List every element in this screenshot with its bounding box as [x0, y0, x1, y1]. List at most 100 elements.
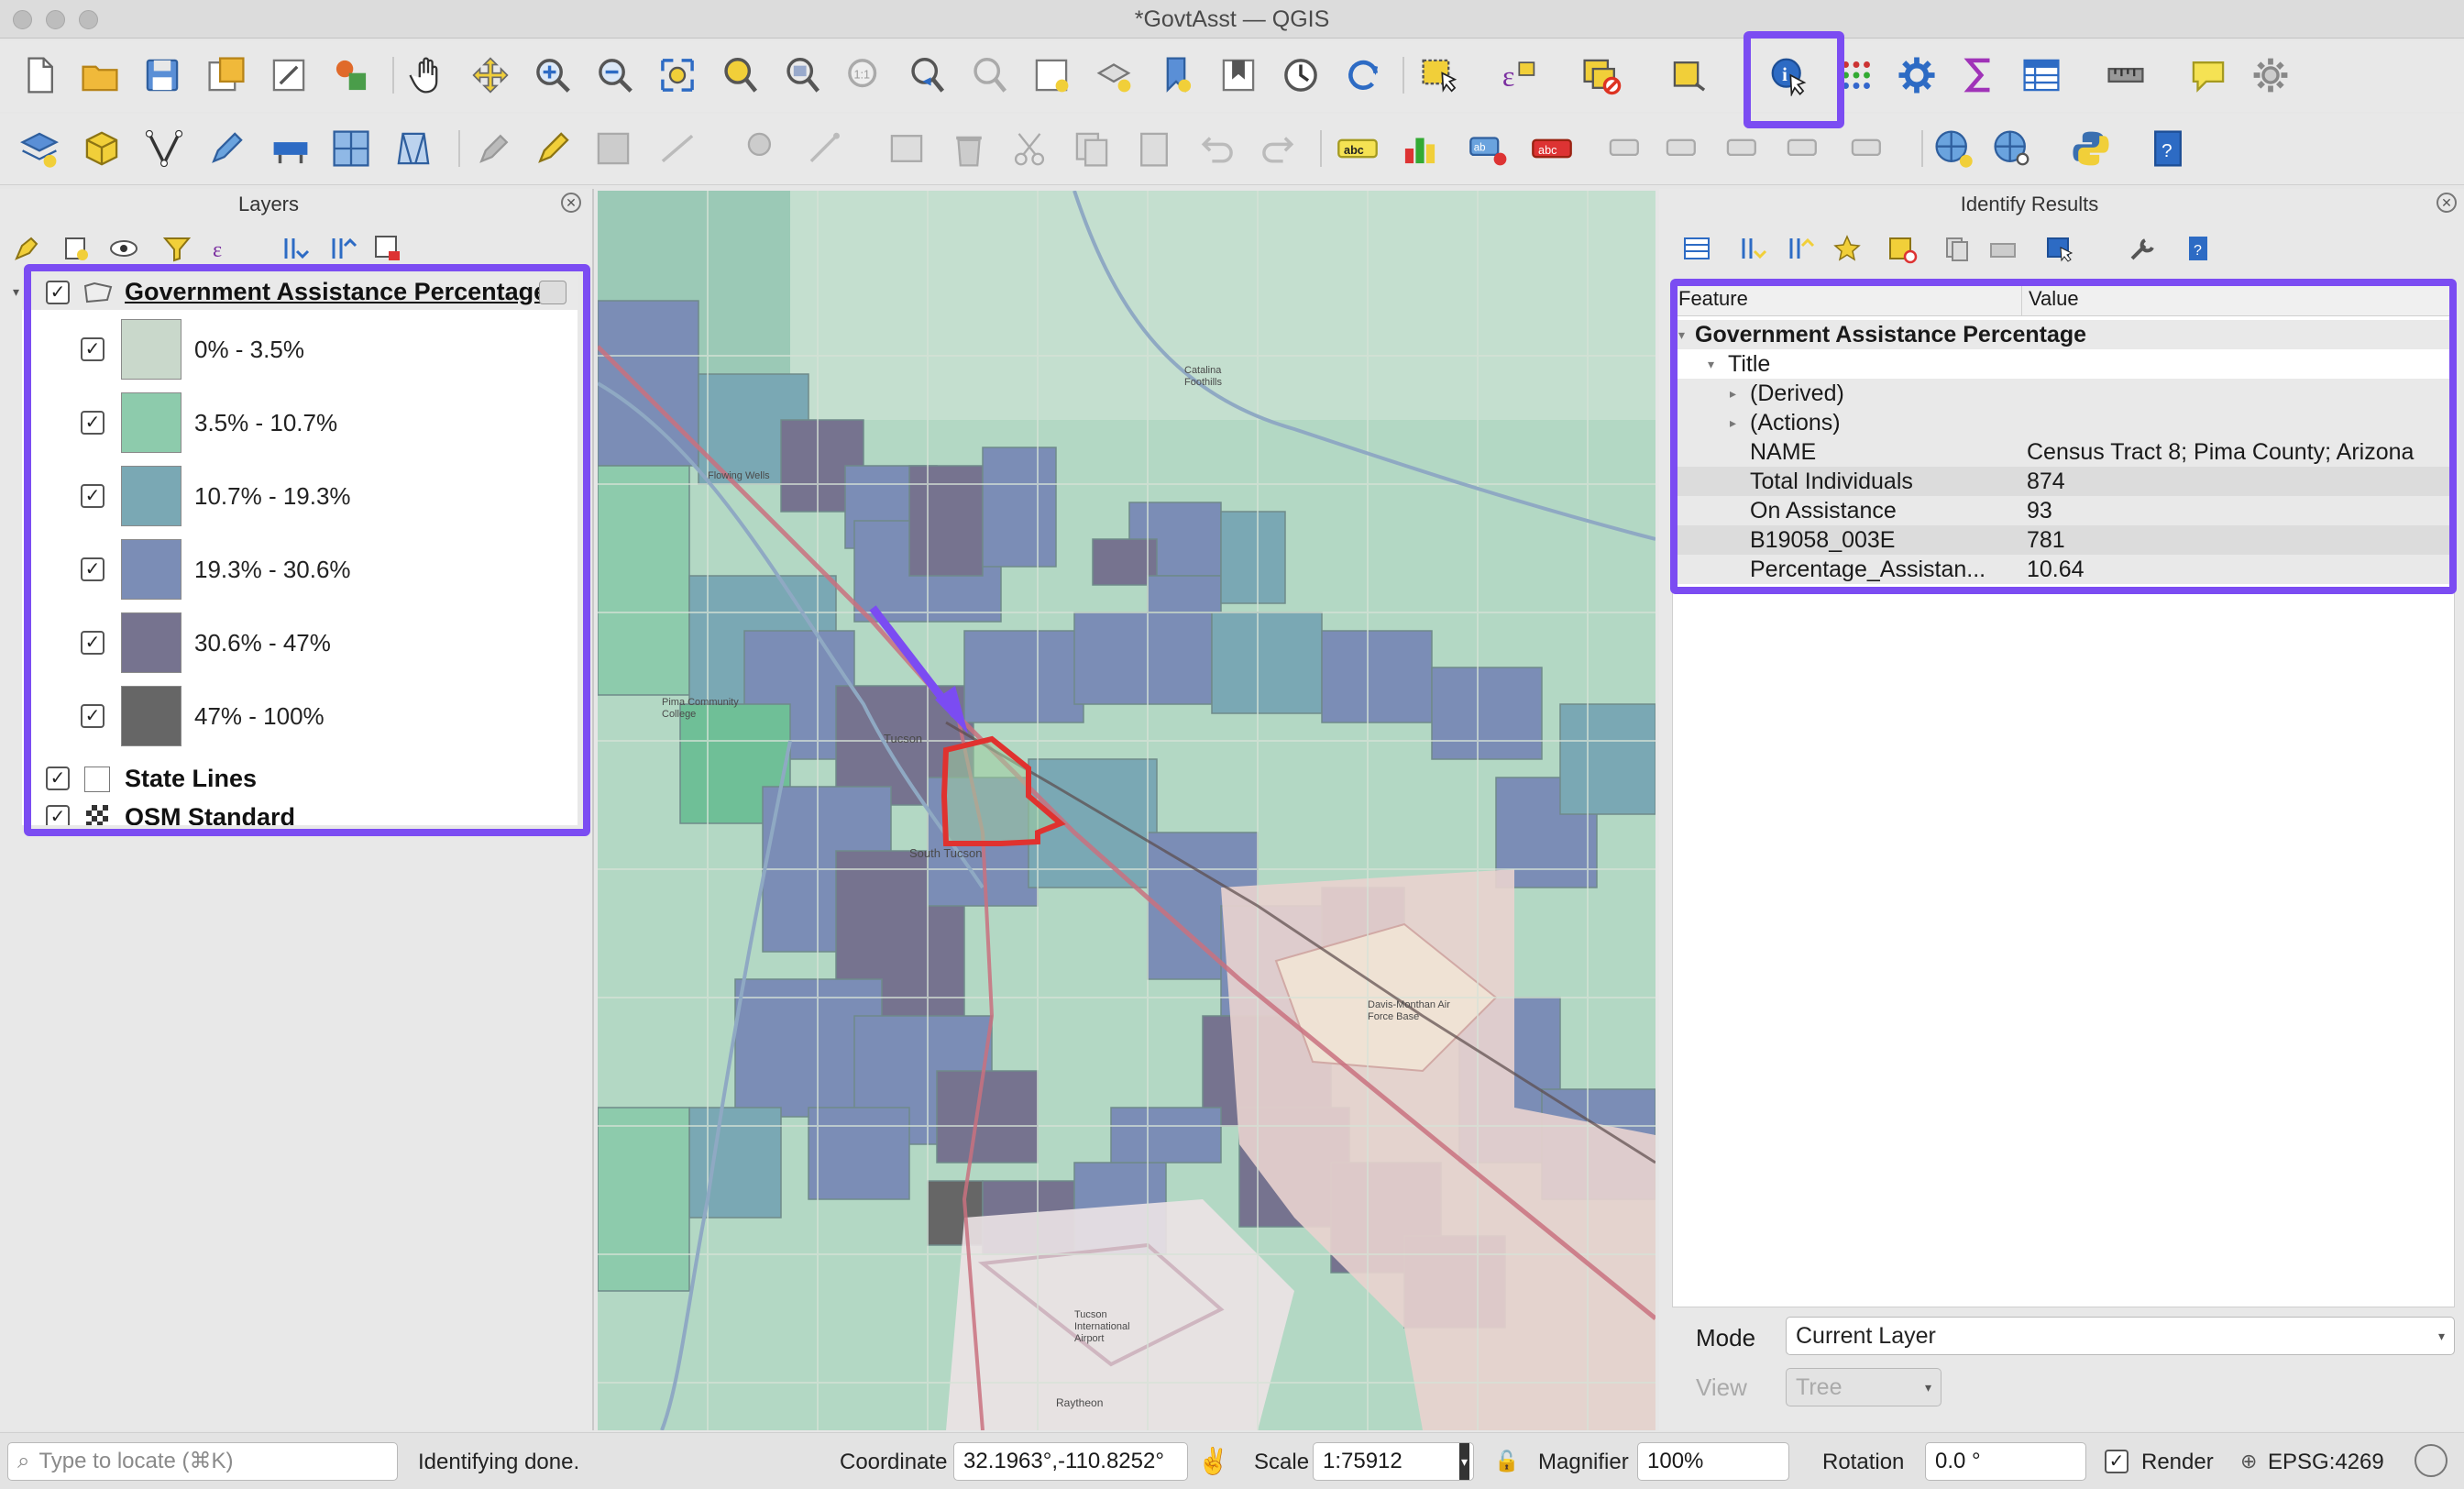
action-settings-icon[interactable]: [2246, 50, 2295, 101]
layer-visibility-checkbox[interactable]: ✓: [46, 805, 70, 825]
collapse-all-icon[interactable]: [1784, 233, 1815, 264]
save-edits-icon[interactable]: [588, 123, 638, 174]
change-label-icon[interactable]: [1718, 123, 1767, 174]
lock-scale-icon[interactable]: 🔓: [1494, 1450, 1519, 1473]
manage-visibility-icon[interactable]: [108, 233, 139, 264]
zoom-full-icon[interactable]: [653, 50, 702, 101]
cut-features-icon[interactable]: [1005, 123, 1054, 174]
zoom-in-icon[interactable]: [528, 50, 578, 101]
layer-visibility-checkbox[interactable]: ✓: [46, 767, 70, 790]
legend-checkbox[interactable]: ✓: [81, 631, 104, 655]
collapse-arrow-icon[interactable]: ▾: [1708, 349, 1714, 379]
open-layer-styling-icon[interactable]: [11, 233, 42, 264]
collapse-all-icon[interactable]: [326, 233, 358, 264]
mode-select[interactable]: Current Layer ▾: [1786, 1317, 2455, 1355]
temporal-controller-icon[interactable]: [1276, 50, 1326, 101]
legend-item[interactable]: ✓ 30.6% - 47%: [22, 611, 578, 677]
identify-features-icon[interactable]: i: [1764, 50, 1813, 101]
close-panel-icon[interactable]: ✕: [2436, 193, 2457, 213]
open-attribute-table-icon[interactable]: [2017, 50, 2066, 101]
label-toolbar-icon[interactable]: abc: [1333, 123, 1382, 174]
layer-filter-indicator-icon[interactable]: [539, 281, 566, 304]
filter-by-expression-icon[interactable]: ε: [207, 233, 238, 264]
show-hide-labels-icon[interactable]: abc: [1527, 123, 1577, 174]
zoom-to-selection-icon[interactable]: [715, 50, 764, 101]
pan-to-selection-icon[interactable]: [466, 50, 515, 101]
filter-legend-icon[interactable]: [161, 233, 192, 264]
save-as-icon[interactable]: [202, 50, 251, 101]
close-panel-icon[interactable]: ✕: [561, 193, 581, 213]
zoom-native-icon[interactable]: 1:1: [840, 50, 889, 101]
new-geopackage-layer-icon[interactable]: [77, 123, 126, 174]
modify-attributes-icon[interactable]: [882, 123, 931, 174]
vertex-tool-icon[interactable]: [139, 123, 189, 174]
toggle-editing-icon[interactable]: [528, 123, 578, 174]
edits-icon[interactable]: [469, 123, 519, 174]
zoom-last-icon[interactable]: [902, 50, 952, 101]
add-line-feature-icon[interactable]: [653, 123, 702, 174]
statistical-summary-icon[interactable]: [1954, 50, 2004, 101]
style-manager-icon[interactable]: [326, 50, 376, 101]
deselect-features-icon[interactable]: [1577, 50, 1626, 101]
legend-checkbox[interactable]: ✓: [81, 411, 104, 435]
copy-features-icon[interactable]: [1067, 123, 1116, 174]
identify-attribute-row[interactable]: Total Individuals 874: [1673, 467, 2456, 496]
identify-attribute-row[interactable]: Percentage_Assistan... 10.64: [1673, 555, 2456, 584]
magnifier-spinbox[interactable]: 100%: [1637, 1442, 1789, 1481]
processing-toolbox-icon[interactable]: [1892, 50, 1942, 101]
zoom-next-icon[interactable]: [964, 50, 1014, 101]
legend-item[interactable]: ✓ 19.3% - 30.6%: [22, 537, 578, 603]
clear-results-icon[interactable]: [1886, 233, 1918, 264]
map-tips-icon[interactable]: [2184, 50, 2233, 101]
add-wfs-layer-icon[interactable]: [1987, 123, 2037, 174]
identify-feature-node[interactable]: ▾ Title: [1673, 349, 2456, 379]
undo-icon[interactable]: [1192, 123, 1241, 174]
column-divider[interactable]: [2021, 281, 2022, 316]
pin-labels-icon[interactable]: ab: [1465, 123, 1514, 174]
add-wms-layer-icon[interactable]: [1929, 123, 1978, 174]
redo-icon[interactable]: [1254, 123, 1304, 174]
zoom-to-layer-icon[interactable]: [777, 50, 827, 101]
legend-checkbox[interactable]: ✓: [81, 557, 104, 581]
column-header-value[interactable]: Value: [2029, 287, 2079, 311]
new-map-view-icon[interactable]: [1027, 50, 1076, 101]
label-properties-icon[interactable]: [1778, 123, 1828, 174]
legend-checkbox[interactable]: ✓: [81, 337, 104, 361]
new-3d-map-view-icon[interactable]: [1089, 50, 1138, 101]
select-features-icon[interactable]: [1415, 50, 1465, 101]
legend-checkbox[interactable]: ✓: [81, 484, 104, 508]
pan-map-icon[interactable]: [403, 50, 453, 101]
select-by-value-icon[interactable]: [1665, 50, 1714, 101]
layer-row-osm-standard[interactable]: ✓ OSM Standard: [22, 801, 578, 825]
zoom-out-icon[interactable]: [590, 50, 640, 101]
digitize-with-segment-icon[interactable]: [801, 123, 851, 174]
save-project-icon[interactable]: [138, 50, 187, 101]
delete-selected-icon[interactable]: [944, 123, 994, 174]
collapse-arrow-icon[interactable]: ▾: [1678, 320, 1685, 349]
expand-all-icon[interactable]: [279, 233, 310, 264]
expand-arrow-icon[interactable]: ▸: [1730, 379, 1736, 408]
coordinate-field[interactable]: 32.1963°,-110.8252°: [953, 1442, 1188, 1481]
identify-actions-node[interactable]: ▸ (Actions): [1673, 408, 2456, 437]
open-project-icon[interactable]: [75, 50, 125, 101]
messages-icon[interactable]: [2414, 1444, 2448, 1477]
expand-tree-icon[interactable]: [1681, 233, 1712, 264]
layer-row-government-assistance[interactable]: ▾ ✓ Government Assistance Percentage: [13, 275, 578, 310]
select-by-expression-icon[interactable]: ε: [1492, 50, 1542, 101]
legend-item[interactable]: ✓ 3.5% - 10.7%: [22, 391, 578, 457]
digitize-shape-icon[interactable]: [739, 123, 788, 174]
move-label-icon[interactable]: [1600, 123, 1650, 174]
paste-features-icon[interactable]: [1129, 123, 1179, 174]
help-contents-icon[interactable]: ?: [2143, 123, 2193, 174]
scale-combobox[interactable]: 1:75912 ▾: [1313, 1442, 1474, 1481]
expand-arrow-icon[interactable]: ▸: [1730, 408, 1736, 437]
identify-settings-icon[interactable]: [2127, 233, 2158, 264]
print-layout-icon[interactable]: [264, 50, 314, 101]
legend-item[interactable]: ✓ 10.7% - 19.3%: [22, 464, 578, 530]
view-select[interactable]: Tree ▾: [1786, 1368, 1942, 1406]
virtual-layer-icon[interactable]: [326, 123, 376, 174]
identify-attribute-row[interactable]: On Assistance 93: [1673, 496, 2456, 525]
identify-derived-node[interactable]: ▸ (Derived): [1673, 379, 2456, 408]
expand-all-icon[interactable]: [1736, 233, 1767, 264]
rotation-spinbox[interactable]: 0.0 °: [1925, 1442, 2086, 1481]
